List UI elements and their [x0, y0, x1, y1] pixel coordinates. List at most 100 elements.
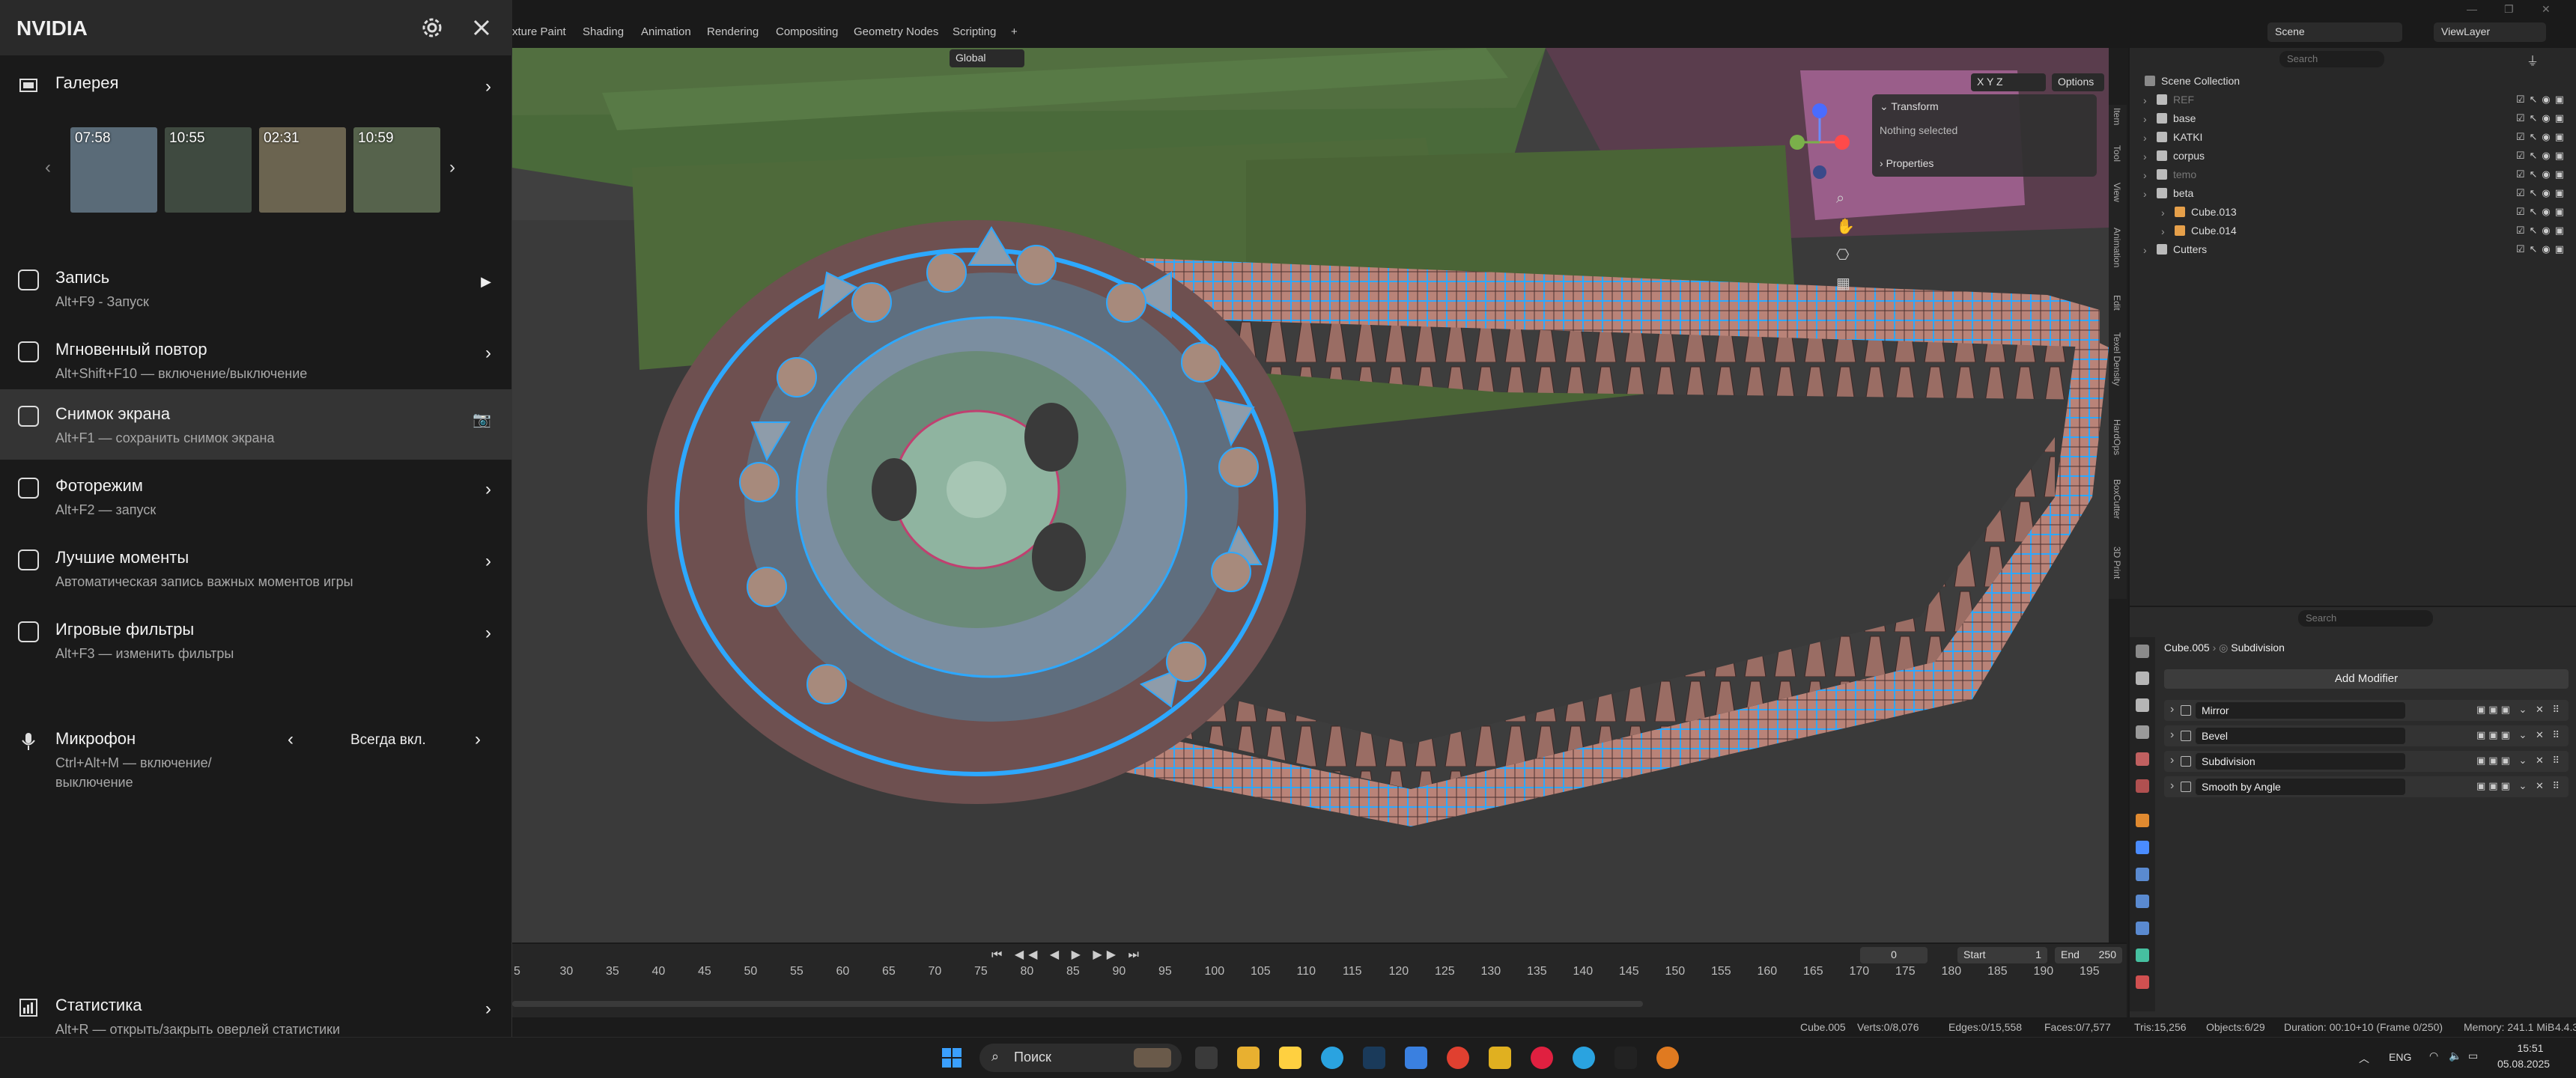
close-window-button[interactable]: ✕: [2542, 3, 2551, 16]
current-frame-field[interactable]: 0: [1860, 947, 1928, 963]
nvidia-item-screenshot[interactable]: Снимок экрана Alt+F1 — сохранить снимок э…: [0, 389, 512, 460]
disclosure-triangle-icon[interactable]: ›: [2143, 113, 2154, 125]
timeline-editor[interactable]: ⏮ ◀◀ ◀ ▶ ▶▶ ⏭ 0 Start 1 End 250 5 30 35 40 4…: [512, 943, 2127, 1017]
volume-icon[interactable]: 🔈: [2449, 1050, 2461, 1062]
workspace-tab-animation[interactable]: Animation: [641, 25, 691, 38]
disclosure-triangle-icon[interactable]: ›: [2143, 188, 2154, 200]
view-layer-tab-icon[interactable]: [2136, 725, 2149, 739]
chevron-right-icon[interactable]: ›: [2170, 728, 2174, 742]
disclosure-triangle-icon[interactable]: ›: [2143, 244, 2154, 256]
side-tab-boxcutter[interactable]: BoxCutter: [2112, 479, 2122, 519]
side-tab-edit[interactable]: Edit: [2112, 295, 2122, 311]
zoom-icon[interactable]: ⌕: [1836, 184, 1855, 213]
scene-tab-icon[interactable]: [2136, 752, 2149, 766]
workspace-tab-rendering[interactable]: Rendering: [707, 25, 759, 38]
outliner-row[interactable]: › Cutters ☑↖◉▣: [2130, 240, 2576, 259]
telegram-icon[interactable]: [1321, 1047, 1343, 1069]
chevron-right-icon[interactable]: ›: [2170, 779, 2174, 793]
nvidia-item-highlights[interactable]: Лучшие моменты Автоматическая запись важн…: [0, 533, 512, 603]
disclosure-triangle-icon[interactable]: ›: [2143, 169, 2154, 181]
modifier-name-field[interactable]: Subdivision: [2196, 753, 2405, 770]
side-tab-3d-print[interactable]: 3D Print: [2112, 546, 2122, 579]
task-view-icon[interactable]: [1195, 1047, 1218, 1069]
side-tab-view[interactable]: View: [2112, 183, 2122, 202]
statistics-item[interactable]: Статистика Alt+R — открыть/закрыть оверл…: [0, 981, 512, 1048]
disclosure-triangle-icon[interactable]: ›: [2143, 94, 2154, 106]
chrome-icon[interactable]: [1447, 1047, 1469, 1069]
transform-orientation-selector[interactable]: Global: [950, 49, 1024, 67]
yandex-browser-icon[interactable]: [1531, 1047, 1553, 1069]
epic-games-icon[interactable]: [1614, 1047, 1637, 1069]
visibility-toggles[interactable]: ☑↖◉▣: [2516, 243, 2569, 255]
workspace-tab-geometry-nodes[interactable]: Geometry Nodes: [854, 25, 938, 38]
workspace-tab-scripting[interactable]: Scripting: [953, 25, 996, 38]
gear-icon[interactable]: [421, 16, 443, 39]
properties-panel-header[interactable]: › Properties: [1880, 157, 1933, 169]
clock-time[interactable]: 15:51: [2497, 1042, 2564, 1054]
nvidia-item-photo[interactable]: Фоторежим Alt+F2 — запуск ›: [0, 461, 512, 532]
modifier-tab-icon[interactable]: [2136, 841, 2149, 854]
visibility-toggles[interactable]: ☑↖◉▣: [2516, 225, 2569, 237]
side-tab-item[interactable]: Item: [2112, 108, 2122, 125]
microphone-next-option[interactable]: ›: [475, 729, 481, 750]
battery-icon[interactable]: ▭: [2468, 1050, 2478, 1062]
visibility-toggles[interactable]: ☑↖◉▣: [2516, 131, 2569, 143]
modifier-panel[interactable]: › Bevel ▣▣▣ ⌄ ✕ ⠿: [2164, 725, 2569, 746]
3d-viewport[interactable]: [512, 48, 2109, 943]
visibility-toggles[interactable]: ☑↖◉▣: [2516, 168, 2569, 180]
side-tab-hardops[interactable]: HardOps: [2112, 419, 2122, 455]
world-tab-icon[interactable]: [2136, 779, 2149, 793]
disclosure-triangle-icon[interactable]: ›: [2161, 225, 2172, 237]
modifier-name-field[interactable]: Mirror: [2196, 702, 2405, 719]
unknown-app-icon[interactable]: [1405, 1047, 1427, 1069]
microphone-prev-option[interactable]: ‹: [288, 729, 294, 750]
viewport-options-button[interactable]: Options: [2052, 73, 2104, 91]
telegram-secondary-icon[interactable]: [1573, 1047, 1595, 1069]
close-icon[interactable]: [472, 18, 491, 37]
nvidia-item-record[interactable]: Запись Alt+F9 - Запуск ▶: [0, 253, 512, 323]
outliner-row[interactable]: › corpus ☑↖◉▣: [2130, 147, 2576, 165]
modifier-toggle-buttons[interactable]: ▣▣▣ ⌄ ✕ ⠿: [2476, 755, 2563, 767]
add-modifier-button[interactable]: Add Modifier: [2164, 669, 2569, 689]
playback-controls[interactable]: ⏮ ◀◀ ◀ ▶ ▶▶ ⏭: [991, 947, 1143, 962]
file-explorer-icon[interactable]: [1237, 1047, 1260, 1069]
render-tab-icon[interactable]: [2136, 672, 2149, 685]
physics-tab-icon[interactable]: [2136, 895, 2149, 908]
data-tab-icon[interactable]: [2136, 948, 2149, 962]
nvidia-item-filters[interactable]: Игровые фильтры Alt+F3 — изменить фильтры…: [0, 605, 512, 675]
tool-tab-icon[interactable]: [2136, 645, 2149, 658]
chevron-right-icon[interactable]: ›: [2170, 703, 2174, 716]
disclosure-triangle-icon[interactable]: ›: [2161, 207, 2172, 219]
filter-icon[interactable]: ⏚: [2527, 51, 2539, 69]
outliner-row[interactable]: › temo ☑↖◉▣: [2130, 165, 2576, 184]
outliner-row[interactable]: › base ☑↖◉▣: [2130, 109, 2576, 128]
mirror-axis-toggles[interactable]: X Y Z: [1971, 73, 2046, 91]
modifier-panel[interactable]: › Smooth by Angle ▣▣▣ ⌄ ✕ ⠿: [2164, 776, 2569, 797]
visibility-toggles[interactable]: ☑↖◉▣: [2516, 206, 2569, 218]
language-indicator[interactable]: ENG: [2389, 1051, 2411, 1063]
add-workspace-button[interactable]: +: [1011, 25, 1018, 38]
scene-collection-row[interactable]: Scene Collection: [2130, 72, 2576, 91]
gallery-thumbnail[interactable]: 02:31: [259, 127, 346, 213]
disclosure-triangle-icon[interactable]: ›: [2143, 132, 2154, 144]
workspace-tab-shading[interactable]: Shading: [583, 25, 624, 38]
nvidia-item-replay[interactable]: Мгновенный повтор Alt+Shift+F10 — включен…: [0, 325, 512, 395]
steam-icon[interactable]: [1363, 1047, 1385, 1069]
app-icon-yellow[interactable]: [1489, 1047, 1511, 1069]
chevron-right-icon[interactable]: ›: [2170, 754, 2174, 767]
modifier-toggle-buttons[interactable]: ▣▣▣ ⌄ ✕ ⠿: [2476, 729, 2563, 741]
gallery-thumbnail[interactable]: 07:58: [70, 127, 157, 213]
start-frame-field[interactable]: Start 1: [1957, 947, 2047, 963]
outliner-row[interactable]: › REF ☑↖◉▣: [2130, 91, 2576, 109]
output-tab-icon[interactable]: [2136, 698, 2149, 712]
modifier-name-field[interactable]: Smooth by Angle: [2196, 779, 2405, 795]
modifier-toggle-buttons[interactable]: ▣▣▣ ⌄ ✕ ⠿: [2476, 704, 2563, 716]
gallery-thumbnail[interactable]: 10:55: [165, 127, 252, 213]
timeline-scrollbar[interactable]: [512, 1001, 1643, 1007]
taskbar-search-box[interactable]: ⌕ Поиск: [979, 1044, 1182, 1072]
grid-toggle-icon[interactable]: ▦: [1836, 270, 1855, 298]
camera-icon[interactable]: 📷: [473, 410, 491, 429]
transform-panel-header[interactable]: ⌄ Transform: [1880, 100, 1939, 113]
wifi-icon[interactable]: ◠: [2429, 1050, 2438, 1062]
minimize-window-button[interactable]: —: [2467, 3, 2477, 15]
